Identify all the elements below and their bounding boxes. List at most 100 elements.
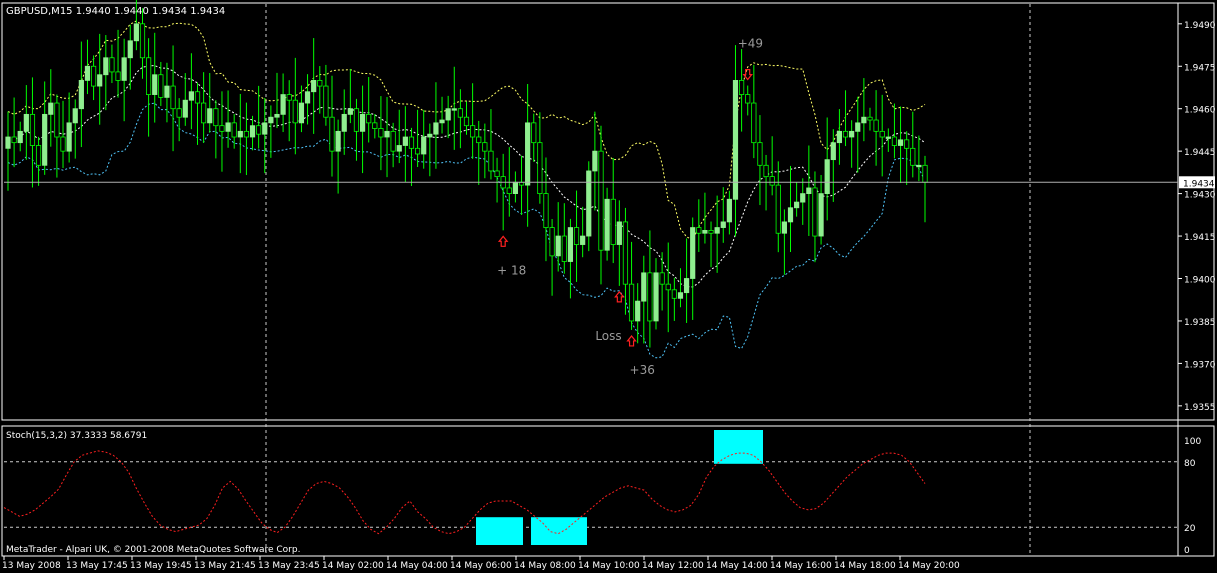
candle-body[interactable] — [359, 113, 366, 132]
candle-body[interactable] — [457, 108, 463, 118]
candle-body[interactable] — [109, 57, 115, 73]
candle-body[interactable] — [598, 150, 604, 251]
candle-body[interactable] — [775, 184, 781, 234]
candle-body[interactable] — [818, 193, 824, 237]
candle-body[interactable] — [78, 80, 84, 110]
candle-body[interactable] — [537, 142, 543, 195]
candle-body[interactable] — [133, 23, 139, 42]
candle-body[interactable] — [494, 170, 500, 178]
candle-body[interactable] — [66, 122, 72, 152]
candle-body[interactable] — [708, 229, 714, 234]
candle-body[interactable] — [207, 108, 213, 124]
candle-body[interactable] — [567, 227, 574, 262]
candle-body[interactable] — [824, 159, 830, 195]
candle-body[interactable] — [873, 119, 879, 132]
candle-body[interactable] — [922, 164, 928, 183]
candle-body[interactable] — [237, 130, 243, 138]
candle-body[interactable] — [751, 102, 757, 144]
candle-body[interactable] — [885, 136, 891, 139]
candle-body[interactable] — [861, 116, 867, 124]
candle-body[interactable] — [622, 221, 629, 285]
candle-body[interactable] — [635, 300, 641, 322]
candle-body[interactable] — [170, 85, 176, 110]
candle-body[interactable] — [628, 283, 635, 322]
candle-body[interactable] — [720, 221, 726, 228]
candle-body[interactable] — [341, 113, 347, 132]
candles[interactable] — [5, 0, 928, 348]
candle-body[interactable] — [280, 94, 286, 115]
candle-body[interactable] — [35, 145, 42, 166]
candle-body[interactable] — [427, 133, 433, 138]
candle-body[interactable] — [781, 221, 787, 234]
candle-body[interactable] — [592, 150, 598, 172]
candle-body[interactable] — [231, 122, 237, 138]
candle-body[interactable] — [5, 136, 11, 149]
candle-body[interactable] — [158, 74, 164, 98]
candle-body[interactable] — [867, 116, 873, 121]
candle-body[interactable] — [219, 125, 225, 132]
candle-body[interactable] — [451, 108, 457, 111]
candle-body[interactable] — [347, 108, 353, 115]
candle-body[interactable] — [402, 136, 408, 146]
candle-body[interactable] — [268, 116, 274, 124]
candle-body[interactable] — [304, 91, 311, 104]
candle-body[interactable] — [42, 113, 48, 166]
candle-body[interactable] — [335, 130, 341, 152]
candle-body[interactable] — [433, 122, 439, 135]
candle-body[interactable] — [732, 80, 739, 200]
candle-body[interactable] — [127, 40, 133, 59]
candle-body[interactable] — [812, 187, 818, 237]
candle-body[interactable] — [146, 57, 152, 95]
candle-body[interactable] — [115, 71, 121, 81]
candle-body[interactable] — [794, 201, 800, 209]
candle-body[interactable] — [659, 272, 665, 285]
candle-body[interactable] — [476, 136, 482, 144]
candle-body[interactable] — [176, 108, 182, 118]
candle-body[interactable] — [23, 113, 29, 132]
candle-body[interactable] — [561, 235, 567, 262]
candle-body[interactable] — [555, 235, 561, 257]
candle-body[interactable] — [286, 94, 292, 101]
candle-body[interactable] — [769, 176, 775, 186]
candle-body[interactable] — [702, 229, 708, 234]
candle-body[interactable] — [213, 108, 219, 127]
candle-body[interactable] — [787, 207, 794, 223]
candle-body[interactable] — [665, 283, 671, 291]
candle-body[interactable] — [317, 80, 323, 87]
candle-body[interactable] — [408, 136, 415, 149]
candle-body[interactable] — [396, 145, 402, 152]
candle-body[interactable] — [139, 23, 146, 59]
candle-body[interactable] — [262, 122, 268, 135]
candle-body[interactable] — [573, 227, 580, 245]
candle-body[interactable] — [677, 292, 684, 299]
candle-body[interactable] — [891, 136, 898, 146]
candle-body[interactable] — [855, 122, 861, 132]
candle-body[interactable] — [806, 187, 812, 195]
candle-body[interactable] — [543, 193, 549, 228]
candle-body[interactable] — [323, 85, 329, 118]
candle-body[interactable] — [763, 164, 769, 178]
candle-body[interactable] — [97, 74, 103, 87]
candle-body[interactable] — [800, 193, 806, 203]
candle-body[interactable] — [152, 74, 158, 95]
candle-body[interactable] — [549, 227, 555, 257]
candle-body[interactable] — [616, 221, 622, 245]
candle-body[interactable] — [531, 122, 537, 144]
candle-body[interactable] — [48, 102, 54, 115]
candle-body[interactable] — [580, 235, 586, 245]
candle-body[interactable] — [653, 272, 659, 322]
candle-body[interactable] — [298, 102, 305, 124]
candle-body[interactable] — [879, 130, 885, 138]
candle-body[interactable] — [366, 113, 372, 124]
candle-body[interactable] — [739, 80, 745, 95]
candle-body[interactable] — [586, 170, 592, 237]
candle-body[interactable] — [470, 125, 476, 138]
candle-body[interactable] — [690, 227, 696, 279]
candle-body[interactable] — [897, 139, 904, 146]
candle-body[interactable] — [757, 142, 763, 166]
candle-body[interactable] — [610, 198, 616, 245]
candle-body[interactable] — [11, 136, 17, 144]
candle-body[interactable] — [90, 65, 97, 87]
candle-body[interactable] — [29, 113, 36, 146]
candle-body[interactable] — [256, 125, 262, 135]
